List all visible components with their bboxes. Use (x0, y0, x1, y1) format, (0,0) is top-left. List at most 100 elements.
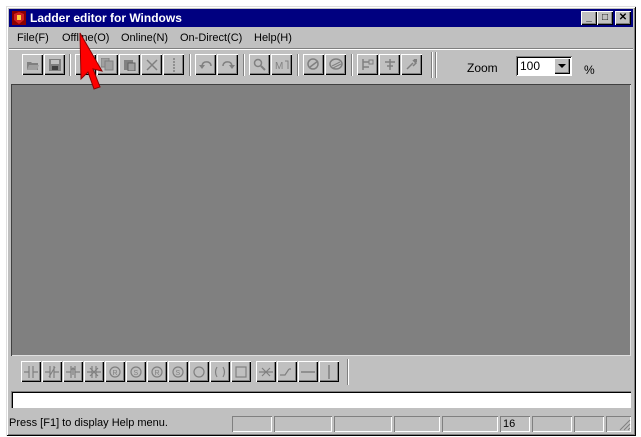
ladder-workspace[interactable] (11, 84, 631, 356)
maximize-button[interactable]: □ (597, 11, 613, 25)
coil-icon (193, 365, 205, 378)
insert-branch-icon (384, 59, 395, 70)
cross-reference-button[interactable] (303, 54, 324, 75)
insert-rung-icon (361, 59, 373, 70)
rising-edge-contact-icon (66, 365, 80, 378)
redo-button[interactable] (217, 54, 238, 75)
menu-online[interactable]: Online(N) (121, 32, 168, 44)
insert-line-button[interactable] (163, 54, 184, 75)
set-coil-alt-button[interactable]: S (168, 361, 188, 382)
reset-coil-alt-icon: R (151, 365, 163, 378)
status-pane (394, 416, 440, 432)
status-pane (274, 416, 332, 432)
edit-rung-button[interactable] (401, 54, 422, 75)
menu-on-direct[interactable]: On-Direct(C) (180, 32, 242, 44)
toolbar-separator (351, 54, 353, 76)
maximize-icon: □ (601, 12, 609, 23)
reset-coil-button[interactable]: R (105, 361, 125, 382)
zoom-unit: % (584, 63, 595, 77)
delete-icon (145, 58, 158, 71)
command-input[interactable] (11, 391, 631, 408)
open-button[interactable] (22, 54, 43, 75)
undo-icon (198, 60, 212, 69)
negated-coil-button[interactable] (210, 361, 230, 382)
status-pane (232, 416, 272, 432)
function-block-button[interactable] (231, 361, 251, 382)
toolbar-separator (435, 52, 437, 78)
save-button[interactable] (44, 54, 65, 75)
close-button[interactable]: ✕ (615, 11, 631, 25)
zoom-select[interactable]: 100 (516, 56, 572, 76)
window-title: Ladder editor for Windows (30, 11, 182, 25)
diagonal-line-button[interactable] (277, 361, 297, 382)
horizontal-line-button[interactable] (298, 361, 318, 382)
redo-icon (221, 60, 235, 69)
compile-icon (328, 58, 343, 70)
invert-button[interactable] (256, 361, 276, 382)
resize-grip-icon[interactable] (619, 419, 631, 431)
nc-contact-icon (45, 365, 59, 378)
delete-button[interactable] (141, 54, 162, 75)
negated-coil-icon (214, 366, 226, 377)
diagonal-line-icon (280, 367, 291, 376)
insert-line-icon (172, 57, 175, 72)
title-bar[interactable]: Ladder editor for Windows _ □ ✕ (9, 9, 633, 27)
rising-edge-contact-button[interactable] (63, 361, 83, 382)
undo-button[interactable] (195, 54, 216, 75)
svg-text:S: S (176, 370, 181, 377)
zoom-label: Zoom (467, 61, 498, 75)
menu-file[interactable]: File(F) (17, 32, 49, 44)
edit-rung-icon (405, 59, 417, 70)
set-coil-icon: S (130, 365, 142, 378)
compile-button[interactable] (325, 54, 346, 75)
toolbar-separator (297, 54, 299, 76)
zoom-value: 100 (520, 59, 541, 73)
set-coil-alt-icon: S (172, 365, 184, 378)
falling-edge-contact-icon (87, 365, 101, 378)
status-message: Press [F1] to display Help menu. (9, 417, 168, 429)
status-pane (574, 416, 604, 432)
vertical-line-icon (328, 364, 330, 379)
nc-contact-button[interactable] (42, 361, 62, 382)
app-icon (12, 11, 26, 25)
status-pane (334, 416, 392, 432)
paste-icon (124, 60, 136, 71)
insert-rung-button[interactable] (357, 54, 378, 75)
menu-help[interactable]: Help(H) (254, 32, 292, 44)
horizontal-line-icon (301, 370, 315, 373)
status-pane (532, 416, 572, 432)
ladder-toolbar: R S R S (11, 358, 631, 388)
status-pane: 16 (500, 416, 530, 432)
insert-branch-button[interactable] (379, 54, 400, 75)
toolbar-separator (431, 52, 433, 78)
mouse-cursor-icon (79, 32, 104, 90)
replace-button[interactable]: M (271, 54, 292, 75)
toolbar-separator (189, 54, 191, 76)
set-coil-button[interactable]: S (126, 361, 146, 382)
find-icon (253, 58, 266, 71)
chevron-down-icon[interactable] (554, 58, 570, 74)
svg-text:S: S (134, 370, 139, 377)
vertical-line-button[interactable] (319, 361, 339, 382)
minimize-button[interactable]: _ (581, 11, 597, 25)
falling-edge-contact-button[interactable] (84, 361, 104, 382)
coil-button[interactable] (189, 361, 209, 382)
svg-text:M: M (275, 61, 283, 71)
reset-coil-alt-button[interactable]: R (147, 361, 167, 382)
minimize-icon: _ (586, 12, 592, 23)
replace-icon: M (275, 60, 288, 71)
cross-reference-icon (306, 58, 319, 70)
svg-text:R: R (155, 370, 160, 377)
invert-icon (259, 367, 273, 376)
no-contact-button[interactable] (21, 361, 41, 382)
find-button[interactable] (249, 54, 270, 75)
close-icon: ✕ (618, 12, 628, 23)
status-bar: Press [F1] to display Help menu. 16 (9, 414, 633, 433)
reset-coil-icon: R (109, 365, 121, 378)
status-pane (442, 416, 498, 432)
open-icon (26, 61, 39, 70)
toolbar-separator (69, 54, 71, 76)
no-contact-icon (24, 365, 38, 378)
toolbar-separator (243, 54, 245, 76)
paste-button[interactable] (119, 54, 140, 75)
